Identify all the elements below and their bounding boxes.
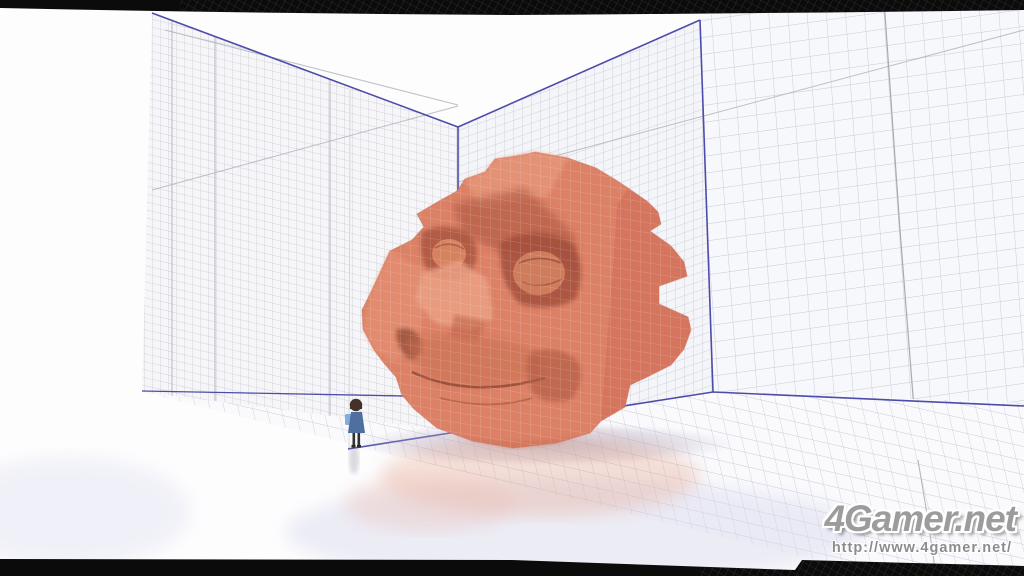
- character-foot: [357, 445, 361, 448]
- game-screenshot-frame: 4Gamer.net http://www.4gamer.net/: [0, 0, 1024, 576]
- character-leg: [357, 433, 361, 446]
- wireframe-right-wall-near: [700, 0, 1024, 461]
- scene-3d-viewport: [0, 0, 1024, 576]
- character-reflection: [349, 444, 359, 474]
- character-foot: [351, 445, 356, 448]
- character-leg: [352, 433, 356, 446]
